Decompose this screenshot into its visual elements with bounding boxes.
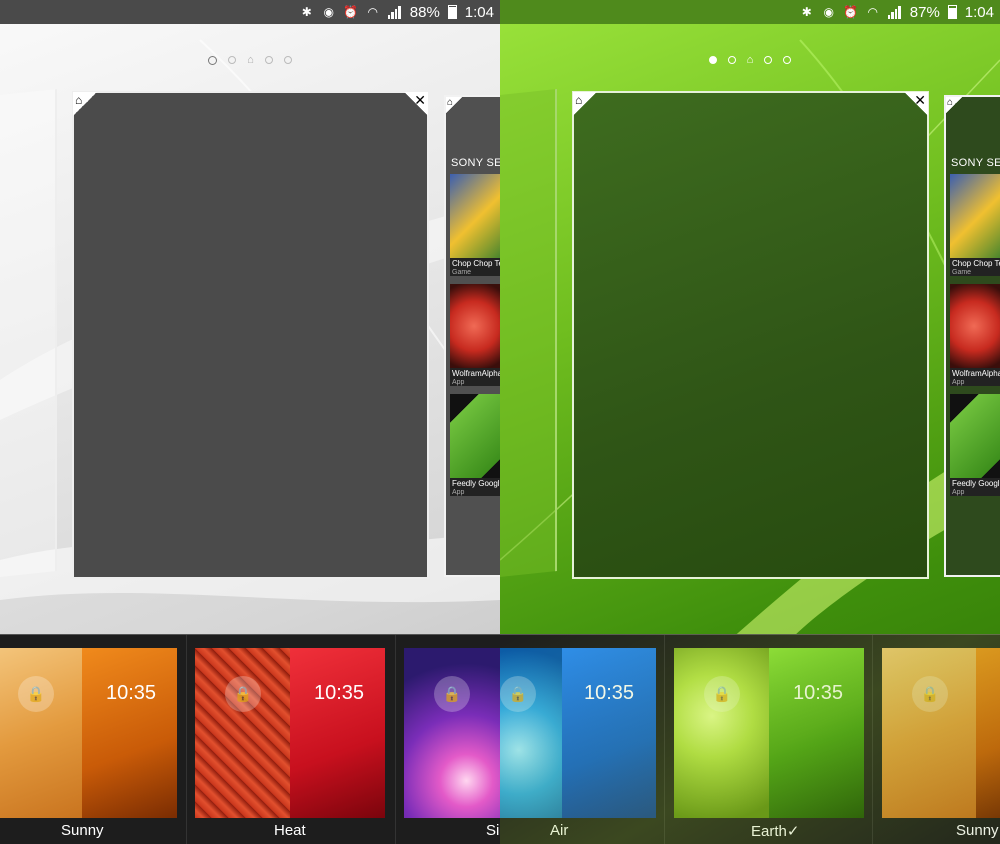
- app-kind: App: [452, 379, 465, 386]
- homescreen-panel[interactable]: ⌂ ✕: [72, 91, 429, 579]
- theme-tile-sunny-2[interactable]: 🔒: [882, 648, 1000, 818]
- prev-homescreen-panel[interactable]: [500, 89, 557, 577]
- clock-icon: ⏰: [343, 5, 359, 19]
- theme-label-selected[interactable]: Earth✓: [751, 822, 799, 840]
- app-name: Feedly Google Re: [952, 479, 1000, 488]
- battery-percent: 87%: [909, 3, 940, 21]
- page-dot[interactable]: [727, 56, 736, 64]
- battery-icon: [947, 5, 957, 19]
- app-thumbnail: [450, 394, 500, 478]
- status-bar: ✱ ◉ ⏰ ◠ 88% 1:04: [0, 0, 500, 24]
- app-thumbnail: [950, 174, 1000, 258]
- home-icon[interactable]: ⌂: [247, 55, 254, 66]
- app-name: WolframAlpha: [452, 369, 500, 378]
- alarm-icon: ◉: [823, 5, 834, 19]
- theme-picker[interactable]: 🔒 10:35 Sunny 🔒 10:35 Heat 🔒 Si 🔒 10:35 …: [0, 634, 1000, 844]
- wifi-icon: ◠: [867, 5, 878, 19]
- bluetooth-icon: ✱: [801, 5, 812, 19]
- theme-clock: 10:35: [106, 682, 157, 704]
- app-thumbnail: [450, 174, 500, 258]
- page-dot[interactable]: [228, 56, 237, 64]
- divider: [872, 635, 873, 844]
- lock-icon: 🔒: [225, 676, 261, 712]
- theme-clock: 10:35: [314, 682, 365, 704]
- app-thumbnail: [950, 284, 1000, 368]
- page-dot[interactable]: [264, 56, 273, 64]
- app-card[interactable]: WolframAlpha App: [450, 284, 500, 386]
- close-icon[interactable]: ✕: [404, 92, 428, 116]
- app-name: Feedly Google Re: [452, 479, 500, 488]
- alarm-icon: ◉: [323, 5, 334, 19]
- theme-label[interactable]: Si: [486, 822, 499, 839]
- app-kind: App: [952, 489, 965, 496]
- clock-icon: ⏰: [843, 5, 859, 19]
- prev-homescreen-panel[interactable]: [0, 89, 57, 577]
- page-indicator[interactable]: ⌂: [500, 55, 1000, 66]
- theme-tile-air[interactable]: 🔒 10:35: [500, 648, 656, 818]
- sony-select-panel[interactable]: ⌂ SONY SELECT Chop Chop Tennis Game Wolf…: [944, 95, 1000, 577]
- set-home-icon[interactable]: ⌂: [573, 92, 597, 116]
- set-home-icon[interactable]: ⌂: [73, 92, 97, 116]
- status-bar: ✱ ◉ ⏰ ◠ 87% 1:04: [500, 0, 1000, 24]
- set-home-icon[interactable]: ⌂: [946, 97, 963, 114]
- signal-icon: [387, 5, 402, 19]
- page-dot[interactable]: [764, 56, 773, 64]
- divider: [186, 635, 187, 844]
- divider: [395, 635, 396, 844]
- page-dot[interactable]: [208, 55, 218, 65]
- app-thumbnail: [450, 284, 500, 368]
- app-kind: Game: [452, 269, 472, 276]
- app-card[interactable]: Feedly Google Re App: [450, 394, 500, 496]
- page-dot[interactable]: [708, 56, 717, 64]
- battery-percent: 88%: [409, 3, 440, 21]
- app-name: Chop Chop Tennis: [952, 259, 1000, 268]
- page-dot[interactable]: [783, 56, 792, 64]
- theme-tile-heat[interactable]: 🔒 10:35: [195, 648, 385, 818]
- close-icon[interactable]: ✕: [904, 92, 928, 116]
- sony-select-panel[interactable]: ⌂ SONY SELECT Chop Chop Tennis Game Wolf…: [444, 95, 500, 577]
- app-kind: App: [452, 489, 465, 496]
- theme-clock: 10:35: [584, 682, 635, 704]
- theme-tile-earth[interactable]: 🔒 10:35: [674, 648, 864, 818]
- app-card[interactable]: Feedly Google Re App: [950, 394, 1000, 496]
- theme-label[interactable]: Heat: [274, 822, 306, 839]
- page-indicator[interactable]: ⌂: [0, 55, 500, 66]
- app-kind: Game: [952, 269, 972, 276]
- theme-clock: 10:35: [793, 682, 844, 704]
- app-thumbnail: [950, 394, 1000, 478]
- status-time: 1:04: [464, 3, 494, 21]
- lock-icon: 🔒: [500, 676, 536, 712]
- app-name: Chop Chop Tennis: [452, 259, 500, 268]
- divider: [664, 635, 665, 844]
- lock-icon: 🔒: [434, 676, 470, 712]
- signal-icon: [887, 5, 902, 19]
- lock-icon: 🔒: [912, 676, 948, 712]
- theme-tile-sunny[interactable]: 🔒 10:35: [0, 648, 177, 818]
- bluetooth-icon: ✱: [301, 5, 312, 19]
- theme-label[interactable]: Air: [550, 822, 568, 839]
- app-card[interactable]: WolframAlpha App: [950, 284, 1000, 386]
- homescreen-panel[interactable]: ⌂ ✕: [572, 91, 929, 579]
- wifi-icon: ◠: [367, 5, 378, 19]
- app-card[interactable]: Chop Chop Tennis Game: [450, 174, 500, 276]
- app-kind: App: [952, 379, 965, 386]
- battery-icon: [447, 5, 457, 19]
- theme-label[interactable]: Sunny: [956, 822, 999, 839]
- page-dot[interactable]: [283, 56, 292, 64]
- status-time: 1:04: [964, 3, 994, 21]
- lock-icon: 🔒: [18, 676, 54, 712]
- set-home-icon[interactable]: ⌂: [446, 97, 463, 114]
- home-icon[interactable]: ⌂: [747, 55, 754, 66]
- panel-title: SONY SELECT: [451, 157, 500, 169]
- theme-label[interactable]: Sunny: [61, 822, 104, 839]
- panel-title: SONY SELECT: [951, 157, 1000, 169]
- app-card[interactable]: Chop Chop Tennis Game: [950, 174, 1000, 276]
- theme-tile-si[interactable]: 🔒: [404, 648, 500, 818]
- app-name: WolframAlpha: [952, 369, 1000, 378]
- lock-icon: 🔒: [704, 676, 740, 712]
